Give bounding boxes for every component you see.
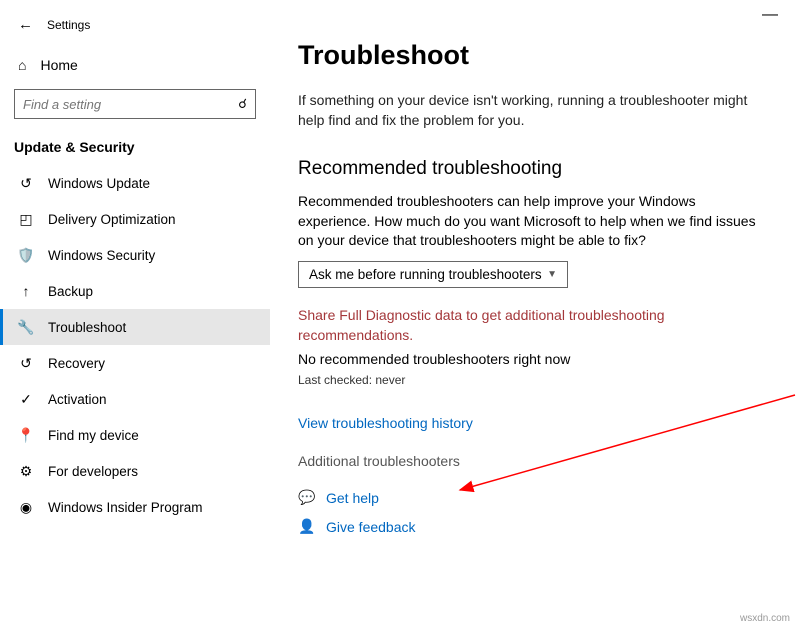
recommended-title: Recommended troubleshooting bbox=[298, 158, 760, 180]
sidebar-item-label: Troubleshoot bbox=[48, 320, 126, 335]
sidebar-item-windows-update[interactable]: ↺ Windows Update bbox=[0, 165, 270, 201]
update-icon: ↺ bbox=[18, 175, 34, 191]
sidebar-item-troubleshoot[interactable]: 🔧 Troubleshoot bbox=[0, 309, 270, 345]
sidebar-item-delivery-optimization[interactable]: ◰ Delivery Optimization bbox=[0, 201, 270, 237]
window-title: Settings bbox=[47, 18, 90, 32]
get-help-icon: 💬 bbox=[298, 489, 316, 506]
no-recommended-text: No recommended troubleshooters right now bbox=[298, 351, 760, 367]
page-intro: If something on your device isn't workin… bbox=[298, 91, 760, 130]
last-checked-text: Last checked: never bbox=[298, 373, 760, 387]
home-icon: ⌂ bbox=[18, 57, 26, 73]
recovery-icon: ↺ bbox=[18, 355, 34, 371]
get-help-link[interactable]: Get help bbox=[326, 490, 379, 506]
sidebar-item-for-developers[interactable]: ⚙ For developers bbox=[0, 453, 270, 489]
back-icon[interactable]: ← bbox=[14, 12, 37, 37]
sidebar-item-label: Activation bbox=[48, 392, 107, 407]
home-label: Home bbox=[40, 57, 77, 73]
section-title: Update & Security bbox=[0, 133, 270, 165]
chevron-down-icon: ▼ bbox=[547, 269, 557, 280]
sidebar-item-windows-security[interactable]: 🛡️ Windows Security bbox=[0, 237, 270, 273]
backup-icon: ↑ bbox=[18, 283, 34, 299]
developers-icon: ⚙ bbox=[18, 463, 34, 479]
sidebar-item-home[interactable]: ⌂ Home bbox=[0, 47, 270, 83]
dropdown-value: Ask me before running troubleshooters bbox=[309, 267, 542, 282]
page-title: Troubleshoot bbox=[298, 40, 760, 71]
search-input[interactable]: ☌ bbox=[14, 89, 256, 119]
sidebar-item-label: Windows Security bbox=[48, 248, 155, 263]
sidebar-item-label: For developers bbox=[48, 464, 138, 479]
diagnostic-warning: Share Full Diagnostic data to get additi… bbox=[298, 306, 760, 345]
recommended-desc: Recommended troubleshooters can help imp… bbox=[298, 192, 760, 251]
sidebar-item-find-my-device[interactable]: 📍 Find my device bbox=[0, 417, 270, 453]
give-feedback-link[interactable]: Give feedback bbox=[326, 519, 416, 535]
activation-icon: ✓ bbox=[18, 391, 34, 407]
additional-troubleshooters-link[interactable]: Additional troubleshooters bbox=[298, 453, 760, 469]
sidebar-item-label: Windows Insider Program bbox=[48, 500, 203, 515]
delivery-icon: ◰ bbox=[18, 211, 34, 227]
search-icon: ☌ bbox=[238, 96, 247, 112]
insider-icon: ◉ bbox=[18, 499, 34, 515]
sidebar-item-label: Recovery bbox=[48, 356, 105, 371]
watermark: wsxdn.com bbox=[740, 613, 790, 624]
sidebar-item-label: Find my device bbox=[48, 428, 139, 443]
view-history-link[interactable]: View troubleshooting history bbox=[298, 415, 473, 431]
sidebar-item-recovery[interactable]: ↺ Recovery bbox=[0, 345, 270, 381]
sidebar-item-activation[interactable]: ✓ Activation bbox=[0, 381, 270, 417]
sidebar-item-backup[interactable]: ↑ Backup bbox=[0, 273, 270, 309]
sidebar-item-label: Windows Update bbox=[48, 176, 150, 191]
minimize-button[interactable]: — bbox=[750, 0, 790, 30]
security-icon: 🛡️ bbox=[18, 247, 34, 263]
search-field[interactable] bbox=[23, 97, 223, 112]
find-device-icon: 📍 bbox=[18, 427, 34, 443]
troubleshoot-icon: 🔧 bbox=[18, 319, 34, 335]
feedback-icon: 👤 bbox=[298, 518, 316, 535]
troubleshoot-preference-dropdown[interactable]: Ask me before running troubleshooters ▼ bbox=[298, 261, 568, 288]
sidebar-item-label: Backup bbox=[48, 284, 93, 299]
sidebar-item-windows-insider[interactable]: ◉ Windows Insider Program bbox=[0, 489, 270, 525]
sidebar-item-label: Delivery Optimization bbox=[48, 212, 176, 227]
